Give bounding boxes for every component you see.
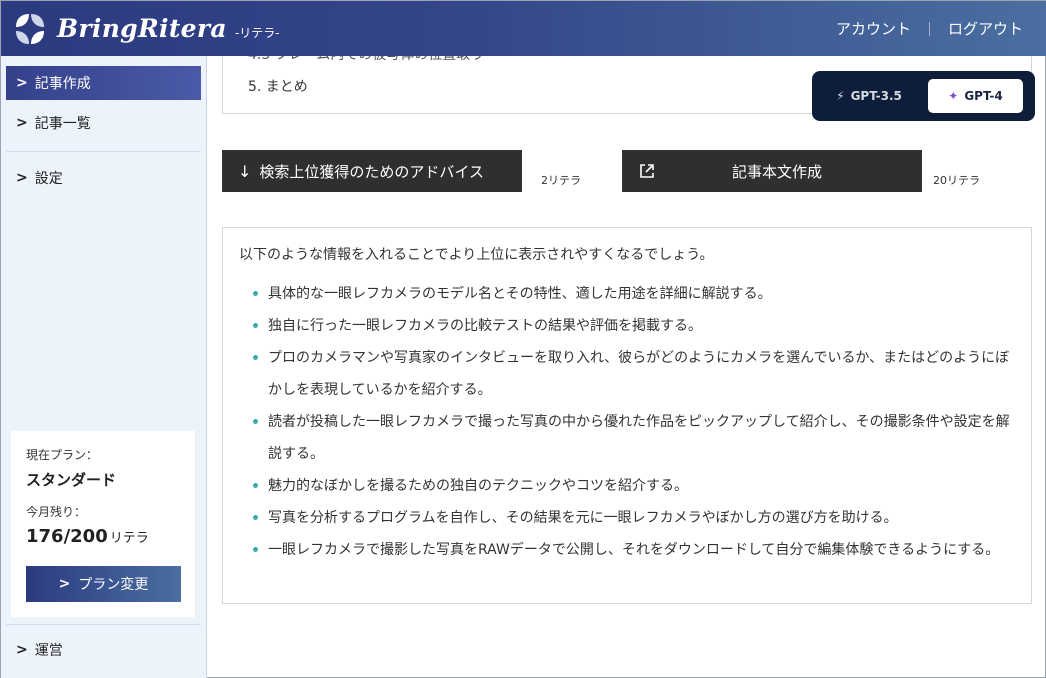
model-option-gpt35[interactable]: ⚡ GPT-3.5 xyxy=(818,79,920,113)
plan-card: 現在プラン： スタンダード 今月残り： 176/200 リテラ > プラン変更 xyxy=(11,431,195,617)
chevron-right-icon: > xyxy=(16,115,28,131)
change-plan-label: プラン変更 xyxy=(78,577,149,593)
list-item: 一眼レフカメラで撮影した写真をRAWデータで公開し、それをダウンロードして自分で… xyxy=(253,534,1013,566)
model-toggle: ⚡ GPT-3.5 ✦ GPT-4 xyxy=(812,71,1035,121)
header-separator xyxy=(928,21,930,36)
list-item: 具体的な一眼レフカメラのモデル名とその特性、適した用途を詳細に解説する。 xyxy=(253,278,1013,310)
logo[interactable]: BringRitera -リテラ- xyxy=(13,12,280,46)
list-item: 独自に行った一眼レフカメラの比較テストの結果や評価を掲載する。 xyxy=(253,310,1013,342)
write-cost: 20リテラ xyxy=(933,174,980,187)
advice-list: 具体的な一眼レフカメラのモデル名とその特性、適した用途を詳細に解説する。 独自に… xyxy=(253,278,1013,566)
seo-advice-label: 検索上位獲得のためのアドバイス xyxy=(259,162,484,181)
sidebar-item-label: 記事作成 xyxy=(34,76,91,92)
chevron-right-icon: > xyxy=(16,75,28,91)
remaining-value: 176/200 xyxy=(26,526,108,547)
list-item: プロのカメラマンや写真家のインタビューを取り入れ、彼らがどのようにカメラを選んで… xyxy=(253,342,1013,406)
model-option-label: GPT-4 xyxy=(964,89,1003,103)
change-plan-button[interactable]: > プラン変更 xyxy=(26,566,181,602)
logout-link[interactable]: ログアウト xyxy=(948,18,1023,39)
sidebar-item-label: 運営 xyxy=(34,643,63,659)
list-item: 写真を分析するプログラムを自作し、その結果を元に一眼レフカメラやぼかし方の選び方… xyxy=(253,502,1013,534)
brand-name: BringRitera xyxy=(57,14,227,43)
plan-name: スタンダード xyxy=(26,471,117,489)
sidebar-item-operations[interactable]: > 運営 xyxy=(6,633,201,667)
chevron-right-icon: > xyxy=(16,642,28,658)
seo-advice-button[interactable]: ↓ 検索上位獲得のためのアドバイス xyxy=(222,150,522,192)
logo-leaf-icon xyxy=(16,13,44,44)
list-item: 読者が投稿した一眼レフカメラで撮った写真の中から優れた作品をピックアップして紹介… xyxy=(253,406,1013,470)
write-article-button[interactable]: 記事本文作成 xyxy=(622,150,922,192)
lightning-icon: ⚡ xyxy=(836,89,845,103)
header-nav: アカウント ログアウト xyxy=(836,1,1023,56)
write-article-label: 記事本文作成 xyxy=(732,162,823,181)
model-option-gpt4[interactable]: ✦ GPT-4 xyxy=(928,79,1023,113)
chevron-right-icon: > xyxy=(58,576,71,592)
arrow-down-icon: ↓ xyxy=(238,161,252,181)
chevron-right-icon: > xyxy=(16,170,28,186)
brand-subtitle: -リテラ- xyxy=(234,26,280,40)
outline-item-partial: 4.3 フレーム内での被写体の位置取り xyxy=(248,56,484,64)
app-header: BringRitera -リテラ- アカウント ログアウト xyxy=(1,1,1046,56)
sidebar-divider xyxy=(6,151,201,152)
current-plan-label: 現在プラン： xyxy=(26,448,99,462)
model-option-label: GPT-3.5 xyxy=(850,89,902,103)
sidebar-item-label: 設定 xyxy=(34,171,63,187)
outline-item: 5. まとめ xyxy=(248,79,308,95)
remaining-label: 今月残り： xyxy=(26,505,87,519)
credit-unit: リテラ xyxy=(109,531,149,546)
account-link[interactable]: アカウント xyxy=(836,18,911,39)
sidebar-item-settings[interactable]: > 設定 xyxy=(6,161,201,195)
sidebar-item-label: 記事一覧 xyxy=(34,116,91,132)
list-item: 魅力的なぼかしを撮るための独自のテクニックやコツを紹介する。 xyxy=(253,470,1013,502)
advice-result-box: 以下のような情報を入れることでより上位に表示されやすくなるでしょう。 具体的な一… xyxy=(222,227,1032,604)
sparkle-icon: ✦ xyxy=(948,89,959,103)
sidebar: > 記事作成 > 記事一覧 > 設定 現在プラン： スタンダード 今月残り： 1… xyxy=(1,56,207,678)
advice-cost: 2リテラ xyxy=(541,174,581,187)
external-link-icon xyxy=(640,164,654,178)
sidebar-item-article-list[interactable]: > 記事一覧 xyxy=(6,106,201,140)
advice-intro: 以下のような情報を入れることでより上位に表示されやすくなるでしょう。 xyxy=(239,247,714,263)
remaining-credits: 176/200 リテラ xyxy=(26,526,149,547)
sidebar-item-create-article[interactable]: > 記事作成 xyxy=(6,66,201,100)
sidebar-divider xyxy=(6,624,201,625)
